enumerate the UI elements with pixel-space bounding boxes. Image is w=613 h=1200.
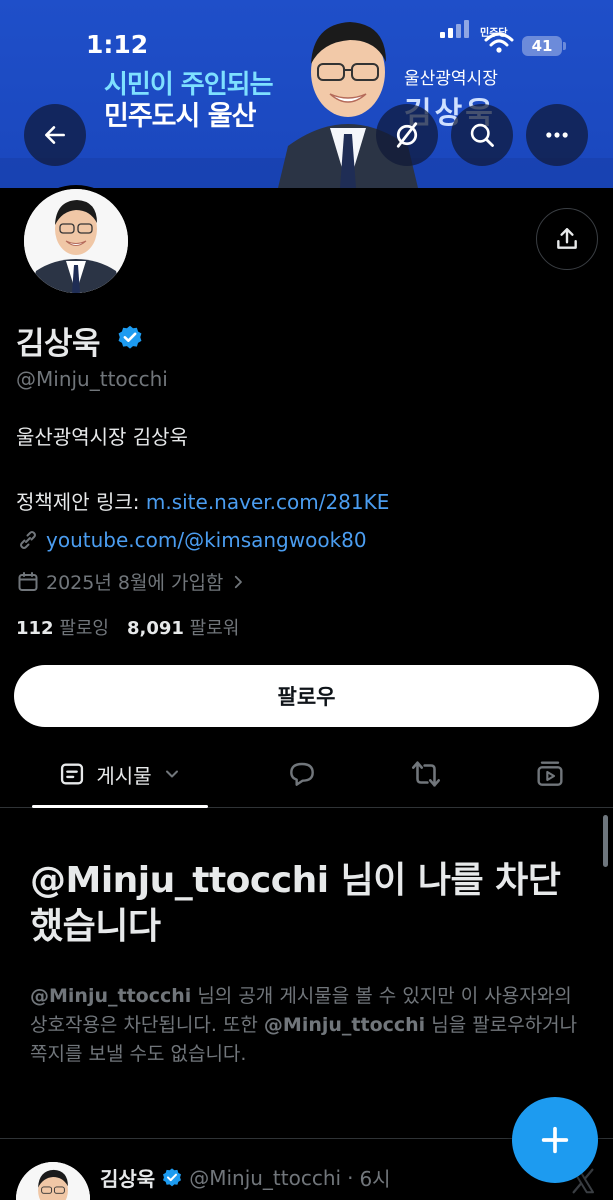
scrollbar[interactable] [603, 815, 608, 867]
status-time: 1:12 [86, 30, 149, 59]
posts-icon [61, 763, 84, 785]
policy-link-line: 정책제안 링크: m.site.naver.com/281KE [16, 486, 389, 515]
profile-bio: 울산광역시장 김상욱 [16, 425, 188, 449]
compose-button[interactable] [512, 1097, 598, 1183]
verified-icon[interactable] [116, 324, 144, 352]
more-button[interactable] [526, 104, 588, 166]
tab-reposts[interactable] [394, 740, 458, 808]
post-author-name[interactable]: 김상욱 [100, 1163, 155, 1192]
grok-button[interactable] [376, 104, 438, 166]
blocked-title: @Minju_ttocchi 님이 나를 차단 했습니다 [30, 858, 590, 950]
active-tab-indicator [32, 805, 208, 808]
blocked-title-text: 님이 나를 차단 [328, 860, 561, 901]
chevron-right-icon [235, 575, 243, 588]
share-icon [557, 228, 577, 249]
avatar-image [24, 189, 128, 293]
verified-icon [163, 1167, 182, 1186]
share-button[interactable] [536, 208, 598, 270]
profile-display-name: 김상욱 [16, 326, 101, 362]
following-count: 112 [16, 618, 54, 639]
post-header: 김상욱 @Minju_ttocchi · 6시 [100, 1163, 391, 1192]
search-icon [470, 123, 494, 147]
blocked-title-text-2: 했습니다 [30, 906, 161, 947]
website-row: youtube.com/@kimsangwook80 [16, 528, 367, 552]
post-author-handle: @Minju_ttocchi [189, 1165, 342, 1190]
media-icon [537, 761, 563, 786]
battery-indicator: 41 [522, 36, 566, 56]
tab-media[interactable] [518, 740, 582, 808]
following-label: 팔로잉 [59, 618, 109, 639]
post-separator: · [347, 1165, 354, 1190]
wifi-icon [484, 32, 514, 53]
no-search-icon [396, 122, 418, 148]
followers-count: 8,091 [127, 618, 184, 639]
blocked-desc-handle-2: @Minju_ttocchi [263, 1014, 426, 1036]
tab-posts[interactable]: 게시물 [32, 740, 208, 808]
search-button[interactable] [451, 104, 513, 166]
blocked-desc-handle-1: @Minju_ttocchi [30, 985, 192, 1007]
calendar-icon [18, 571, 38, 591]
retweet-icon [411, 761, 441, 787]
followers-label: 팔로워 [189, 618, 240, 639]
following-stat[interactable]: 112 팔로잉 [16, 614, 109, 640]
profile-tabs: 게시물 [0, 740, 613, 808]
status-icons: 민주당 41 [440, 20, 590, 62]
banner-mayor-title: 울산광역시장 [404, 69, 498, 89]
website-link[interactable]: youtube.com/@kimsangwook80 [46, 528, 367, 552]
post-time: 6시 [359, 1167, 391, 1191]
policy-label: 정책제안 링크: [16, 490, 146, 514]
profile-banner: 1:12 시민이 주인되는 민주도시 울산 울산광역시장 김상욱 민주당 41 [0, 0, 613, 188]
tab-posts-label: 게시물 [96, 763, 152, 788]
followers-stat[interactable]: 8,091 팔로워 [127, 614, 239, 640]
plus-icon [541, 1126, 569, 1154]
blocked-title-handle: @Minju_ttocchi [30, 860, 329, 901]
banner-slogan-line2: 민주도시 울산 [104, 101, 256, 132]
link-icon [20, 531, 36, 549]
more-icon [546, 132, 568, 138]
follow-stats: 112 팔로잉 8,091 팔로워 [16, 614, 239, 640]
back-button[interactable] [24, 104, 86, 166]
policy-link[interactable]: m.site.naver.com/281KE [146, 490, 390, 514]
profile-handle: @Minju_ttocchi [16, 367, 168, 391]
joined-text: 2025년 8월에 가입함 [46, 572, 224, 594]
post-avatar[interactable] [16, 1162, 90, 1200]
follow-button[interactable]: 팔로우 [14, 665, 599, 727]
chevron-down-icon [165, 770, 178, 778]
post-avatar-image [16, 1162, 90, 1200]
blocked-description: @Minju_ttocchi 님의 공개 게시물을 볼 수 있지만 이 사용자와… [30, 982, 590, 1069]
back-arrow-icon [45, 126, 65, 144]
profile-avatar[interactable] [20, 185, 132, 297]
replies-icon [290, 762, 314, 786]
tab-replies[interactable] [270, 740, 334, 808]
joined-date[interactable]: 2025년 8월에 가입함 [16, 568, 247, 595]
